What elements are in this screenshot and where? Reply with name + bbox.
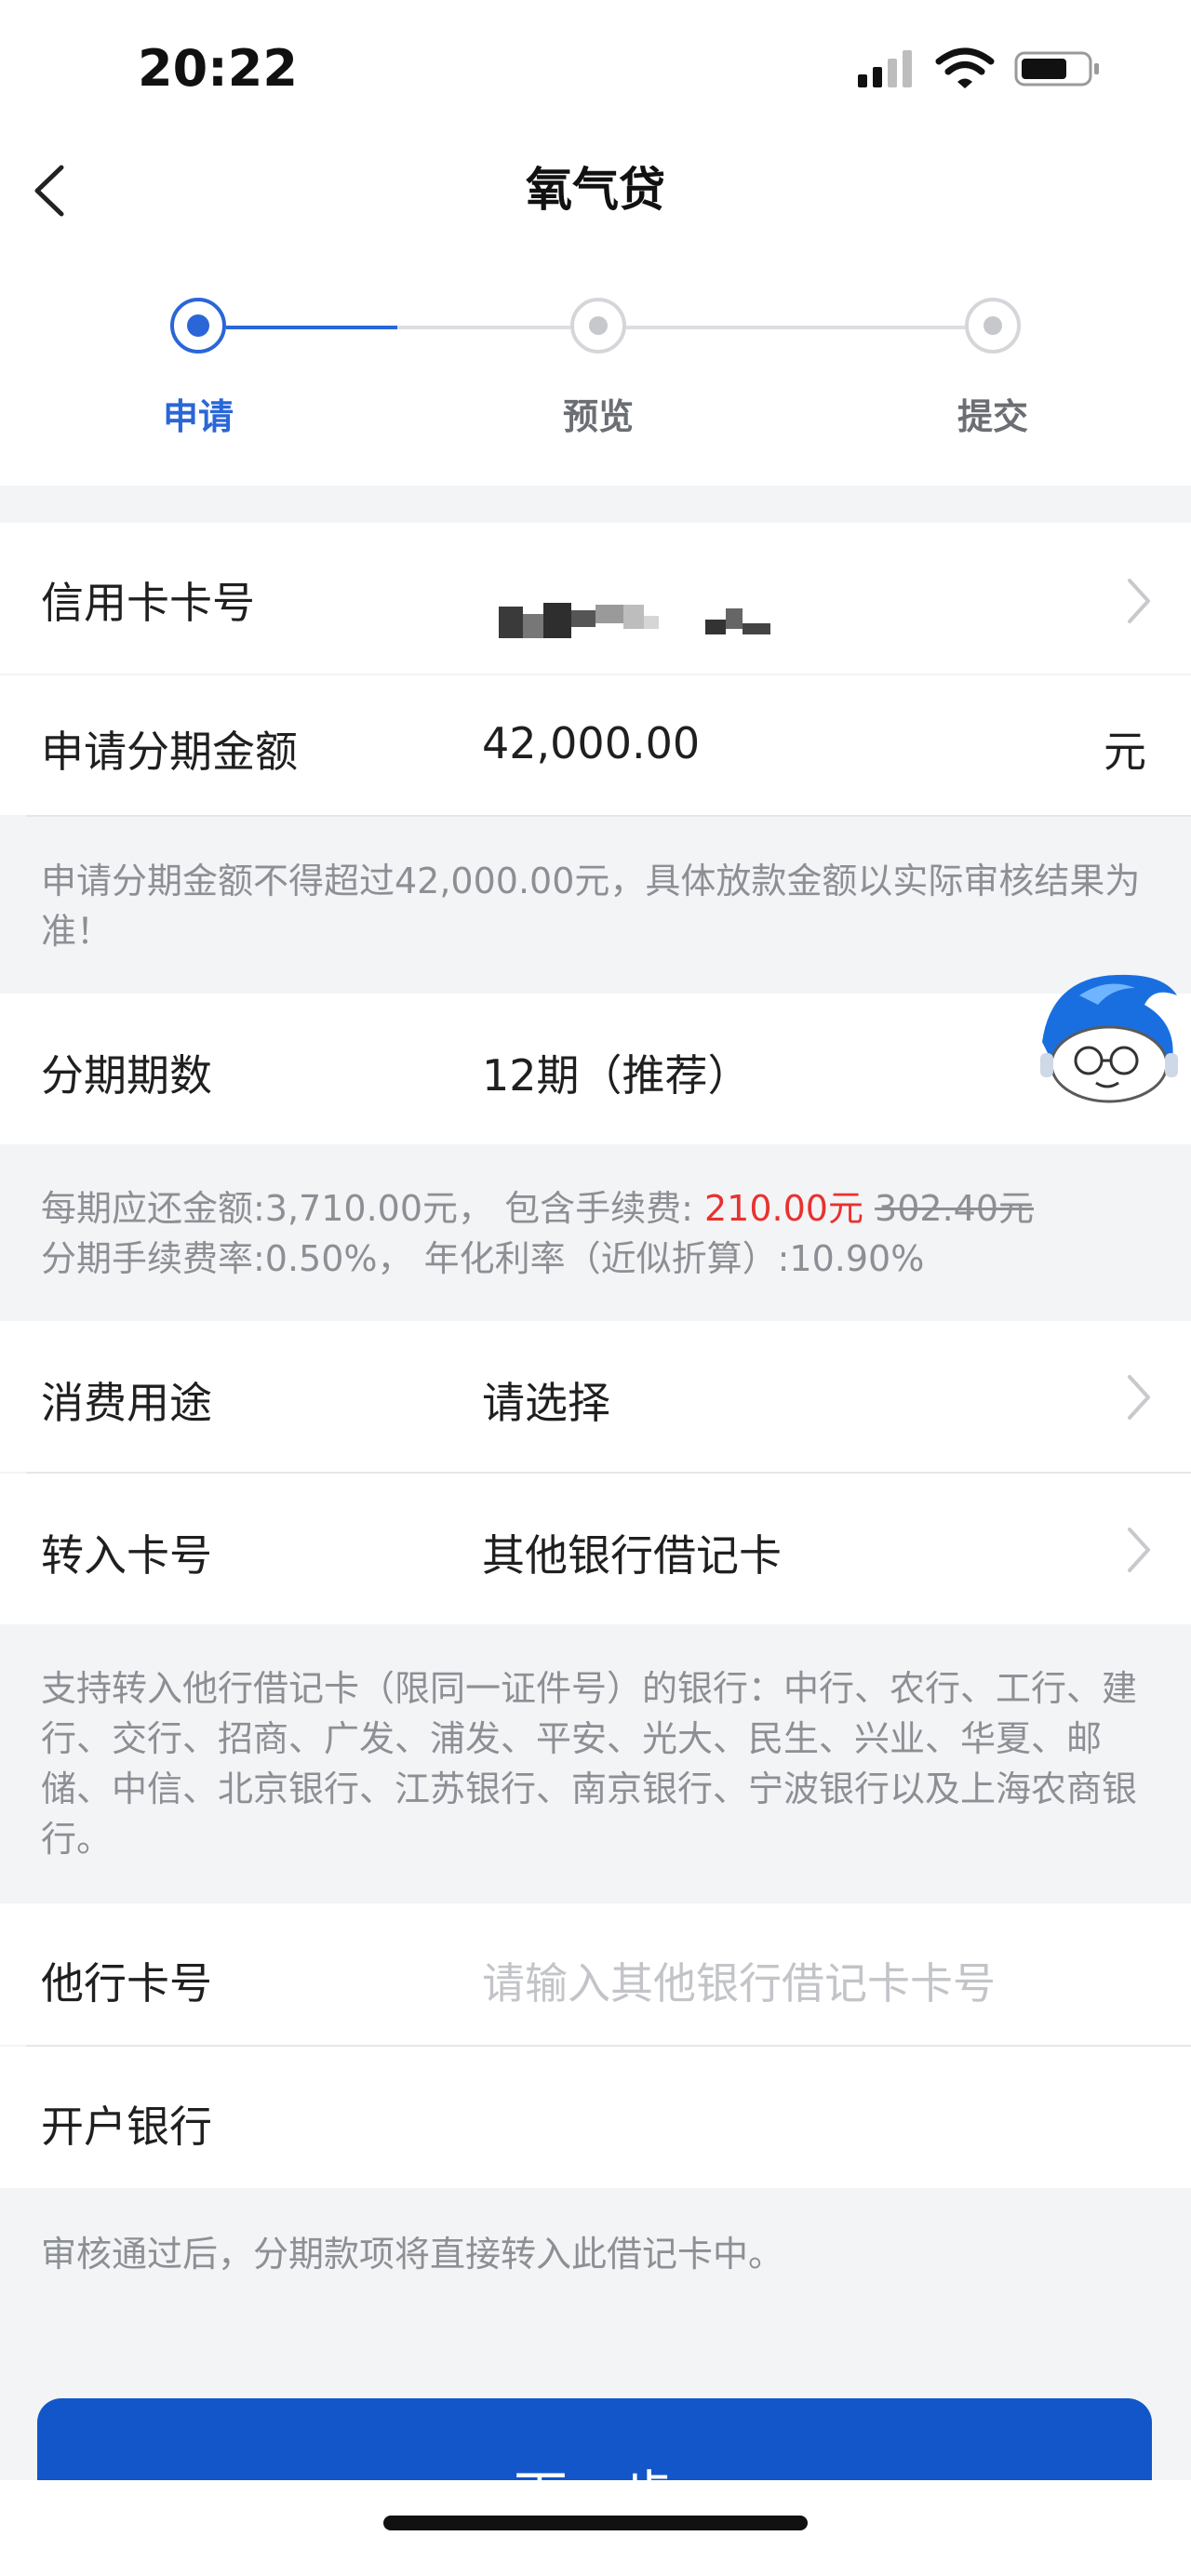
chevron-right-icon — [1128, 1528, 1150, 1572]
battery-icon — [1014, 51, 1099, 87]
other-card-label: 他行卡号 — [41, 1958, 212, 2009]
purpose-label: 消费用途 — [41, 1378, 212, 1428]
amount-note: 申请分期金额不得超过42,000.00元，具体放款金额以实际审核结果为准！ — [41, 861, 1141, 952]
progress-stepper: 申请 预览 提交 — [0, 242, 1191, 486]
amount-value[interactable]: 42,000.00 — [482, 718, 700, 768]
term-note: 每期应还金额:3,710.00元， 包含手续费: 210.00元 302.40元… — [41, 1183, 1148, 1284]
wifi-icon — [935, 47, 995, 88]
credit-card-label: 信用卡卡号 — [41, 578, 255, 628]
term-note-band: 每期应还金额:3,710.00元， 包含手续费: 210.00元 302.40元… — [0, 1144, 1191, 1321]
nav-bar: 氧气贷 — [0, 140, 1191, 242]
credit-card-row[interactable]: 信用卡卡号 — [0, 523, 1191, 674]
other-card-row[interactable]: 他行卡号 请输入其他银行借记卡卡号 — [0, 1903, 1191, 2045]
transfer-card-row[interactable]: 转入卡号 其他银行借记卡 — [0, 1474, 1191, 1624]
home-indicator[interactable] — [383, 2516, 808, 2530]
step-label-apply: 申请 — [162, 396, 234, 437]
step-dot-preview — [570, 298, 626, 354]
supported-banks-note: 支持转入他行借记卡（限同一证件号）的银行：中行、农行、工行、建行、交行、招商、广… — [41, 1668, 1138, 1860]
step-line-pending — [397, 326, 570, 329]
step-dot-apply — [170, 298, 226, 354]
final-note-band: 审核通过后，分期款项将直接转入此借记卡中。 — [0, 2188, 1191, 2393]
status-time: 20:22 — [138, 39, 298, 98]
step-label-preview: 预览 — [562, 396, 634, 437]
term-note-installment: 每期应还金额:3,710.00元， 包含手续费: — [41, 1188, 704, 1229]
term-label: 分期期数 — [41, 1050, 212, 1101]
term-note-rates: 分期手续费率:0.50%， 年化利率（近似折算）:10.90% — [41, 1238, 925, 1279]
step-label-submit: 提交 — [957, 396, 1028, 437]
open-bank-row[interactable]: 开户银行 — [0, 2047, 1191, 2188]
open-bank-label: 开户银行 — [41, 2102, 212, 2152]
step-dot-submit — [965, 298, 1021, 354]
step-line-done — [226, 326, 397, 329]
other-card-input[interactable]: 请输入其他银行借记卡卡号 — [482, 1950, 996, 2011]
amount-label: 申请分期金额 — [41, 727, 298, 777]
transfer-card-select[interactable]: 其他银行借记卡 — [482, 1522, 782, 1583]
status-bar: 20:22 — [0, 0, 1191, 140]
chevron-right-icon — [1128, 579, 1150, 623]
term-value[interactable]: 12期（推荐） — [482, 1042, 751, 1103]
amount-note-band: 申请分期金额不得超过42,000.00元，具体放款金额以实际审核结果为准！ — [0, 817, 1191, 994]
step-line-pending — [626, 326, 965, 329]
term-note-original-fee: 302.40元 — [875, 1188, 1035, 1229]
home-indicator-area — [0, 2480, 1191, 2576]
purpose-row[interactable]: 消费用途 请选择 — [0, 1321, 1191, 1472]
term-row[interactable]: 分期期数 12期（推荐） — [0, 994, 1191, 1144]
amount-row[interactable]: 申请分期金额 42,000.00 元 — [0, 675, 1191, 815]
chevron-right-icon — [1128, 1375, 1150, 1420]
amount-unit: 元 — [1104, 727, 1146, 777]
term-note-fee: 210.00元 — [703, 1188, 863, 1229]
masked-card-number — [499, 603, 770, 638]
transfer-card-label: 转入卡号 — [41, 1530, 212, 1581]
mascot-icon[interactable] — [1024, 968, 1186, 1105]
signal-icon — [858, 50, 912, 87]
page-title: 氧气贷 — [526, 163, 665, 217]
purpose-select[interactable]: 请选择 — [482, 1369, 610, 1431]
bank-note-band: 支持转入他行借记卡（限同一证件号）的银行：中行、农行、工行、建行、交行、招商、广… — [0, 1624, 1191, 1903]
final-note: 审核通过后，分期款项将直接转入此借记卡中。 — [41, 2234, 784, 2275]
